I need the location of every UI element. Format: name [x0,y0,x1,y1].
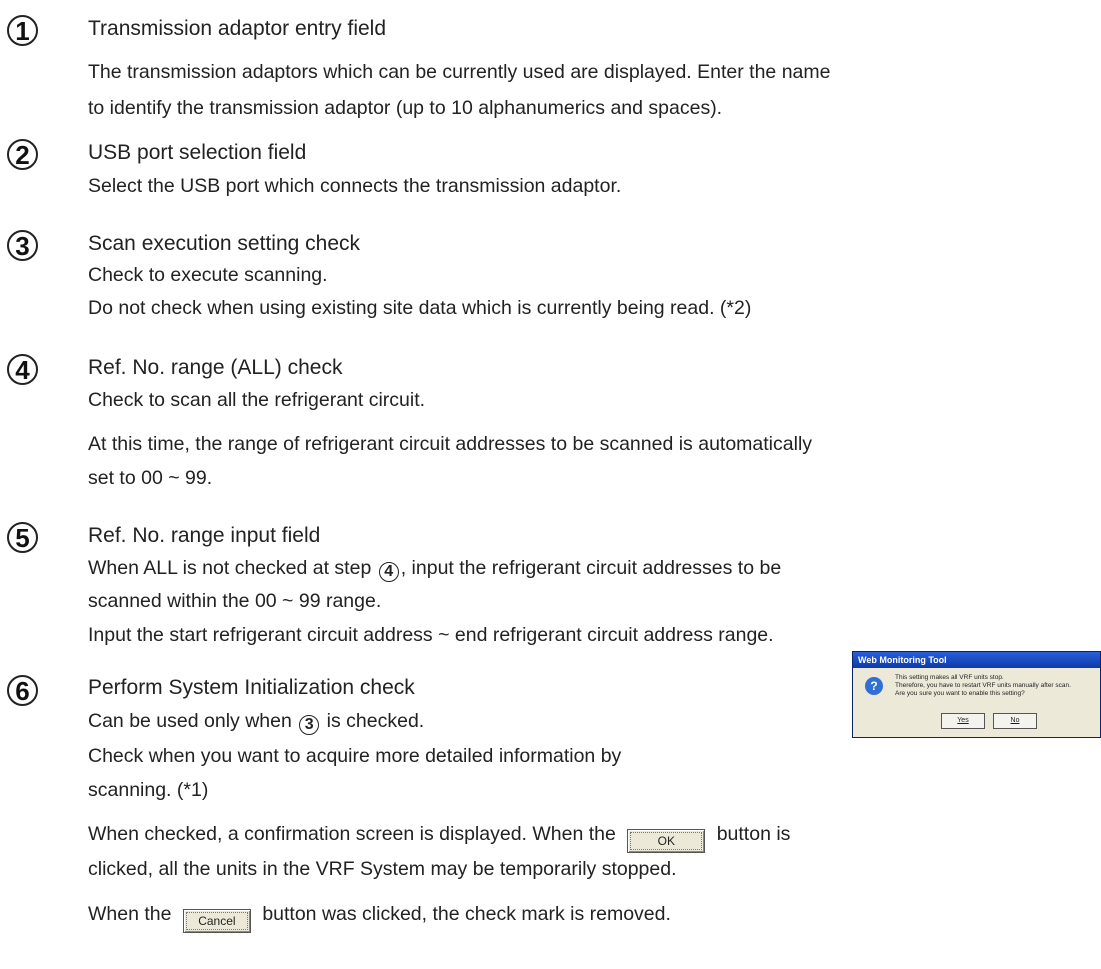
step-number-badge: 6 [7,675,38,706]
confirmation-dialog-screenshot: Web Monitoring Tool ? This setting makes… [852,651,1101,738]
text-fragment: button was clicked, the check mark is re… [262,903,671,925]
step-number-badge: 1 [7,15,38,46]
section-text: Check to scan all the refrigerant circui… [88,389,426,411]
text-fragment: When ALL is not checked at step [88,557,372,579]
section-text: Do not check when using existing site da… [88,297,752,319]
text-fragment: Can be used only when [88,710,292,732]
step-number-badge: 5 [7,522,38,553]
section-text: Check to execute scanning. [88,264,328,286]
dialog-yes-button[interactable]: Yes [941,713,985,729]
dialog-no-button[interactable]: No [993,713,1037,729]
section-title: Perform System Initialization check [88,676,415,699]
section-text: clicked, all the units in the VRF System… [88,858,677,880]
section-text: Can be used only when 3 is checked. [88,710,424,735]
section-title: Scan execution setting check [88,232,360,255]
step-reference-badge: 3 [299,715,320,735]
section-text: scanned within the 00 ~ 99 range. [88,590,382,612]
dialog-title: Web Monitoring Tool [853,652,1100,668]
section-text: When checked, a confirmation screen is d… [88,823,790,853]
step-number-badge: 3 [7,230,38,261]
section-text: Check when you want to acquire more deta… [88,745,622,767]
ok-button[interactable]: OK [627,829,706,853]
section-text: set to 00 ~ 99. [88,467,213,489]
text-fragment: , input the refrigerant circuit addresse… [400,557,782,579]
section-title: Transmission adaptor entry field [88,17,387,40]
section-title: Ref. No. range (ALL) check [88,356,343,379]
step-reference-badge: 4 [378,562,399,582]
dialog-message: This setting makes all VRF units stop. T… [895,674,1071,697]
cancel-button[interactable]: Cancel [182,909,251,933]
text-fragment: When checked, a confirmation screen is d… [88,823,616,845]
section-text: At this time, the range of refrigerant c… [88,433,813,455]
question-icon: ? [865,677,883,695]
text-fragment: button is [716,823,791,845]
section-text: to identify the transmission adaptor (up… [88,97,723,119]
section-title: Ref. No. range input field [88,524,321,547]
section-text: Select the USB port which connects the t… [88,175,622,197]
section-text: The transmission adaptors which can be c… [88,61,831,83]
section-text: When ALL is not checked at step 4, input… [88,557,781,582]
step-number-badge: 4 [7,354,38,385]
section-text: When the Cancel button was clicked, the … [88,903,671,933]
section-text: scanning. (*1) [88,779,209,801]
section-title: USB port selection field [88,141,307,164]
text-fragment: is checked. [326,710,425,732]
section-text: Input the start refrigerant circuit addr… [88,624,774,646]
text-fragment: When the [88,903,172,925]
step-number-badge: 2 [7,139,38,170]
